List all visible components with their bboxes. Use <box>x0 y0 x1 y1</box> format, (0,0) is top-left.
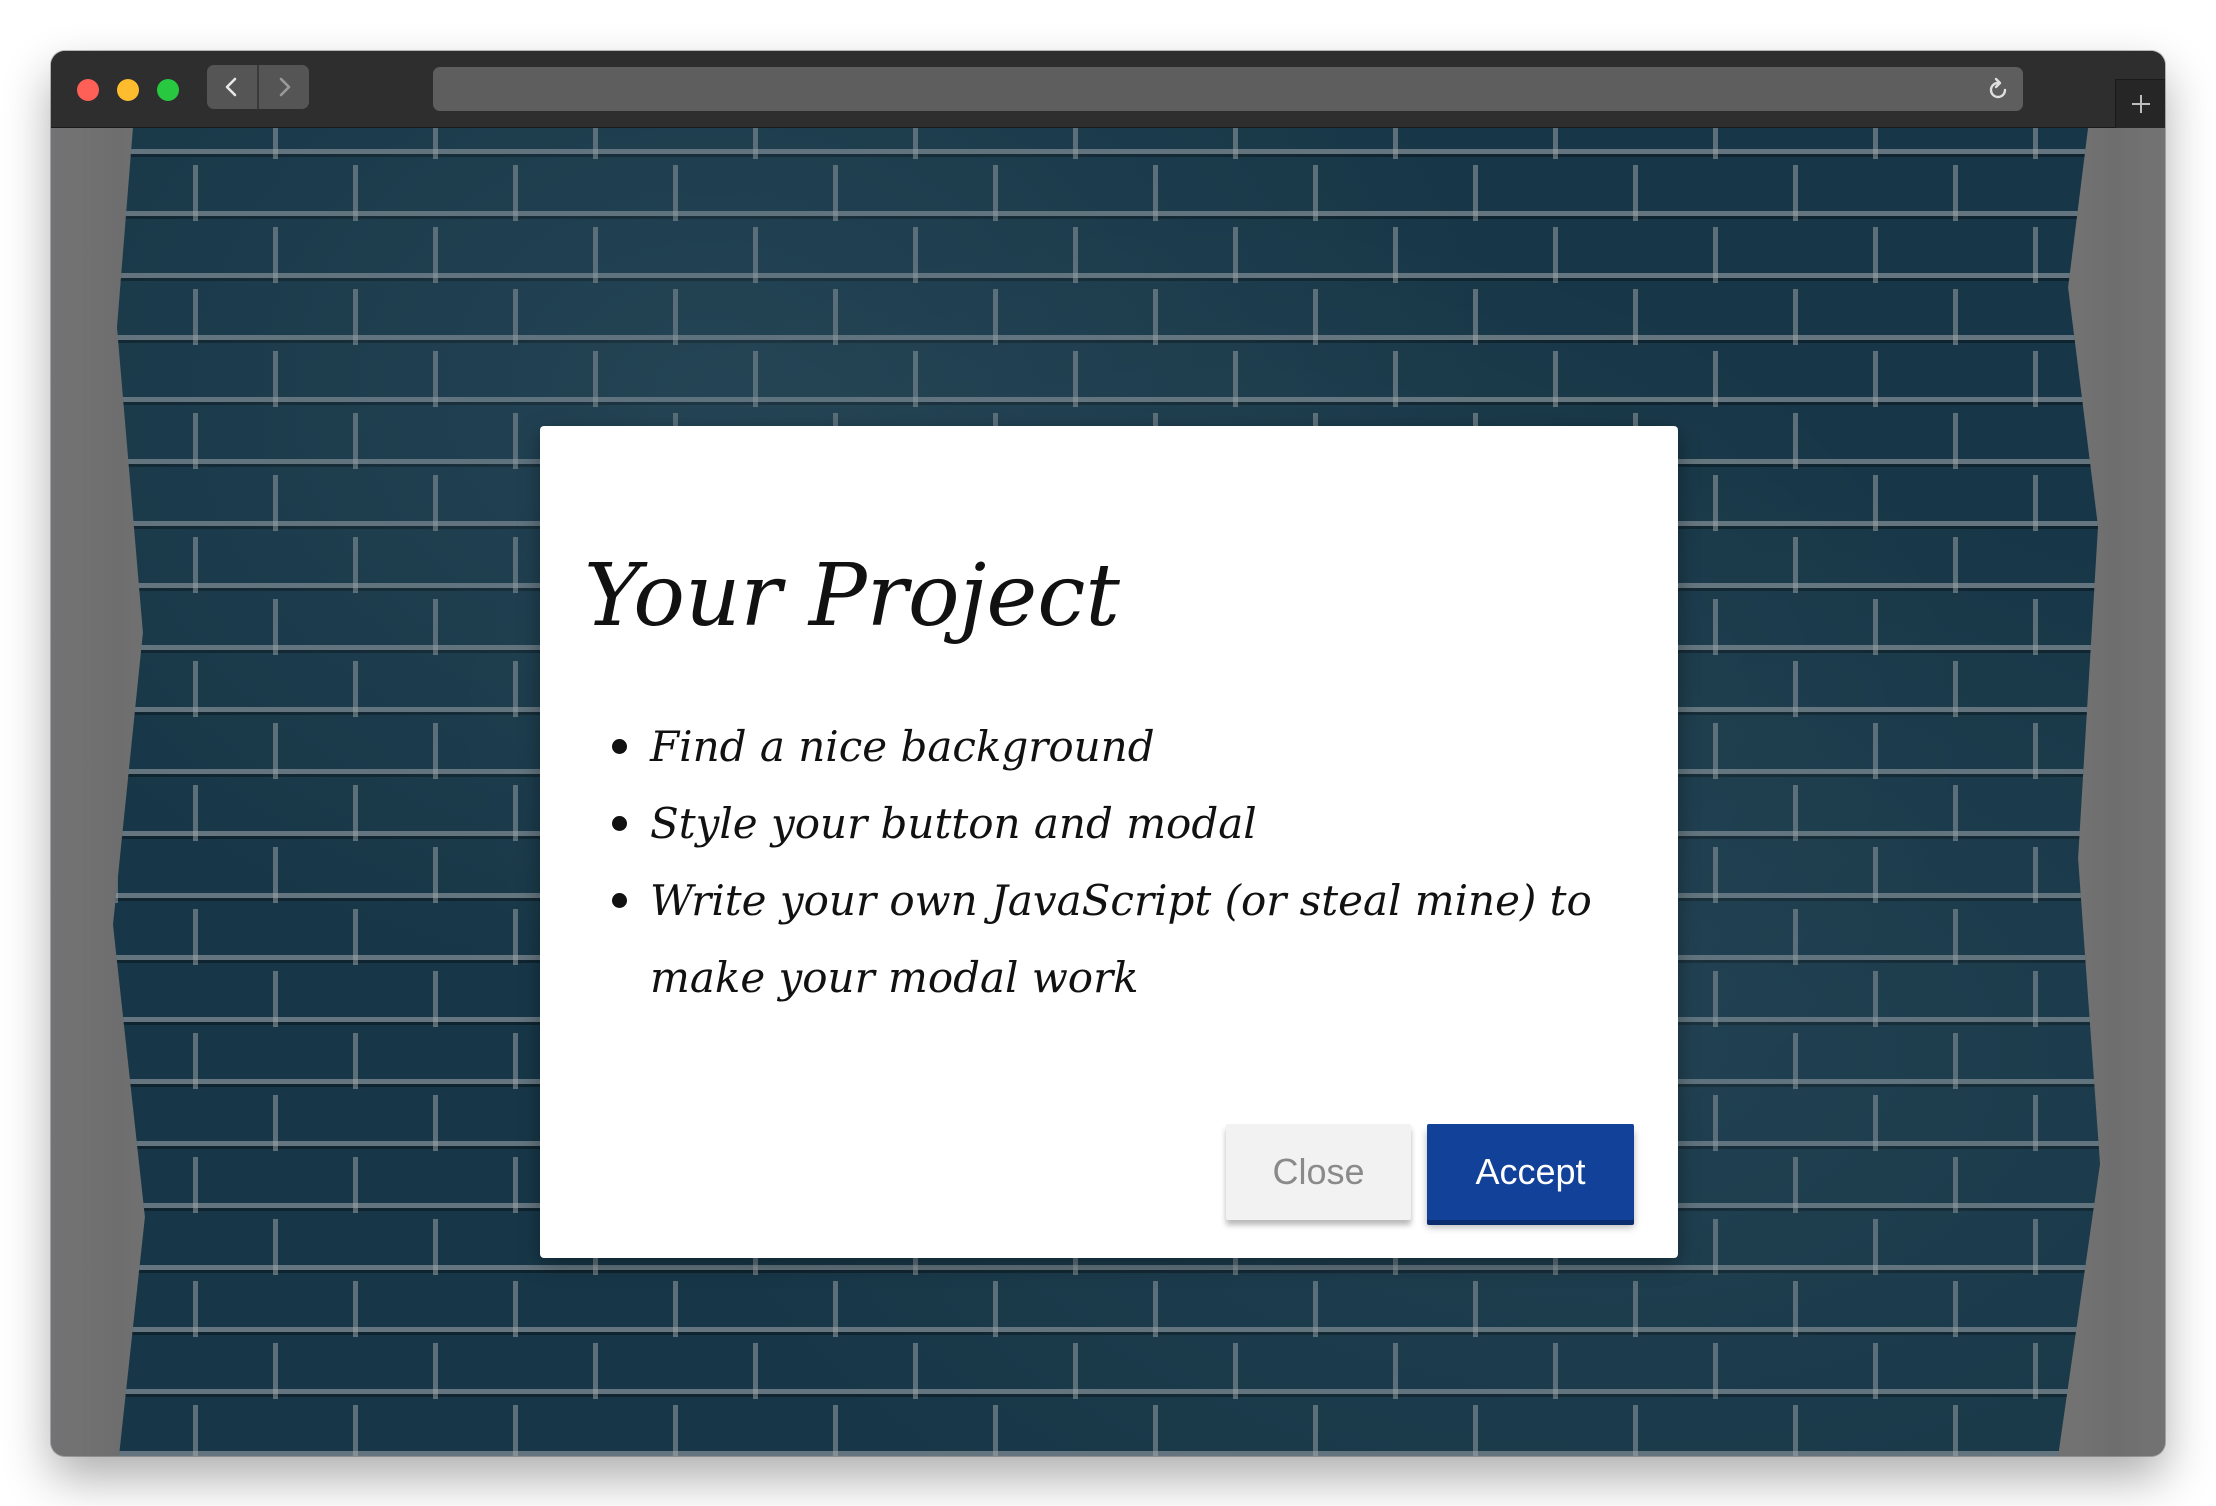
plus-icon <box>2132 95 2150 113</box>
chevron-left-icon <box>225 77 237 97</box>
browser-toolbar <box>51 51 2165 128</box>
chevron-right-icon <box>279 77 291 97</box>
address-bar[interactable] <box>433 67 2023 111</box>
page: Your Project Find a nice background Styl… <box>0 0 2216 1506</box>
accept-button[interactable]: Accept <box>1427 1124 1634 1220</box>
bullet-icon <box>612 739 627 754</box>
project-modal: Your Project Find a nice background Styl… <box>540 426 1678 1258</box>
bullet-icon <box>612 816 627 831</box>
close-button[interactable]: Close <box>1226 1124 1411 1220</box>
list-item: Style your button and modal <box>612 785 1634 862</box>
reload-icon[interactable] <box>1985 77 2011 103</box>
zoom-window-button[interactable] <box>157 79 179 101</box>
forward-button[interactable] <box>257 65 309 109</box>
list-item-text: Write your own JavaScript (or steal mine… <box>650 876 1592 1002</box>
list-item-text: Find a nice background <box>650 722 1155 771</box>
minimize-window-button[interactable] <box>117 79 139 101</box>
bullet-icon <box>612 893 627 908</box>
page-viewport: Your Project Find a nice background Styl… <box>51 128 2165 1456</box>
modal-list: Find a nice background Style your button… <box>584 708 1634 1016</box>
list-item: Write your own JavaScript (or steal mine… <box>612 862 1634 1016</box>
modal-title: Your Project <box>584 546 1120 646</box>
list-item-text: Style your button and modal <box>650 799 1257 848</box>
list-item: Find a nice background <box>612 708 1634 785</box>
back-button[interactable] <box>207 65 257 109</box>
close-window-button[interactable] <box>77 79 99 101</box>
navigation-buttons <box>207 65 309 109</box>
modal-actions: Close Accept <box>1226 1124 1634 1220</box>
new-tab-button[interactable] <box>2115 79 2165 128</box>
browser-window: Your Project Find a nice background Styl… <box>51 51 2165 1456</box>
